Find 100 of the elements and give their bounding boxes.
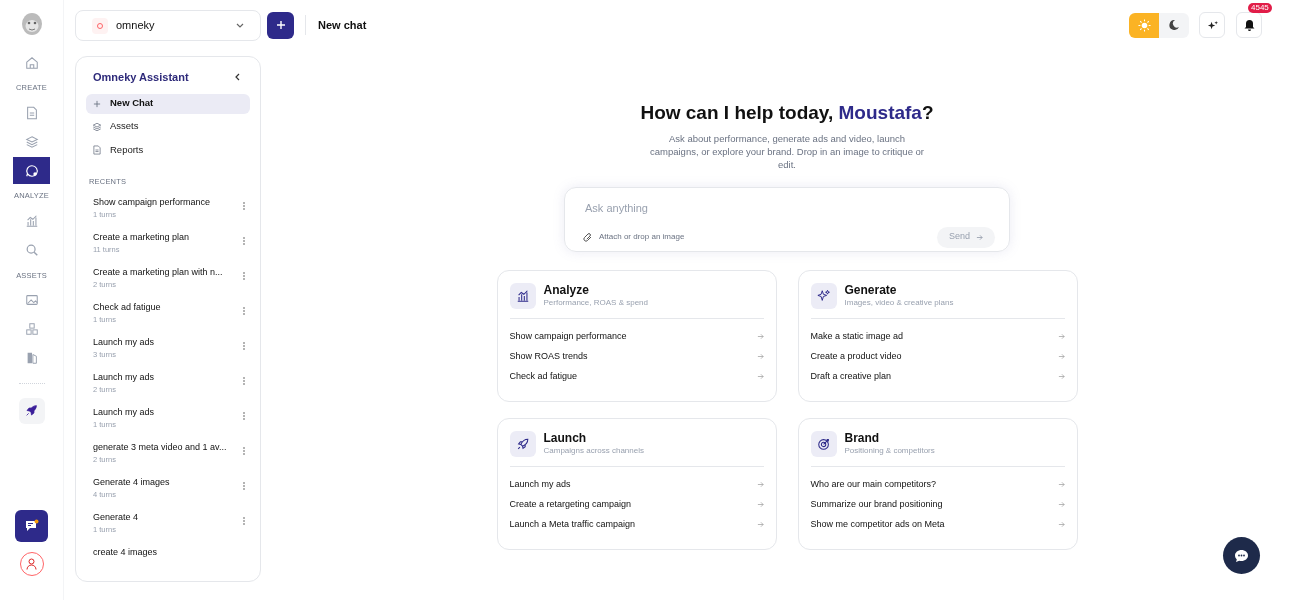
arrow-right-icon <box>1057 521 1065 528</box>
arrow-right-icon <box>1057 481 1065 488</box>
more-options-button[interactable] <box>240 271 248 281</box>
prompt-suggestion[interactable]: Draft a creative plan <box>810 366 1065 387</box>
recent-chat-title: Create a marketing plan <box>93 231 191 243</box>
arrow-right-icon <box>1057 373 1065 380</box>
prompt-suggestion[interactable]: Make a static image ad <box>810 326 1065 347</box>
monkey-logo-icon <box>20 12 43 36</box>
nav-button[interactable] <box>13 157 50 185</box>
sparkles-icon <box>1206 19 1218 31</box>
bar-chart-icon <box>24 214 39 228</box>
prompt-suggestion[interactable]: Launch my ads <box>509 474 764 495</box>
chevron-down-icon <box>236 23 244 28</box>
card-title: Brand <box>844 430 881 445</box>
card-subtitle: Positioning & competitors <box>844 444 935 457</box>
recent-chat-title: Launch my ads <box>93 336 156 348</box>
prompt-suggestion[interactable]: Who are our main competitors? <box>810 474 1065 495</box>
card-title: Analyze <box>543 282 590 297</box>
chat-icon <box>24 163 39 178</box>
prompt-suggestion[interactable]: Show ROAS trends <box>509 346 764 367</box>
attach-image-link[interactable]: Attach or drop an image <box>599 231 937 243</box>
rocket-icon <box>515 436 530 451</box>
recent-chat-item[interactable]: create 4 images <box>86 546 250 581</box>
workspace-selector[interactable]: omneky <box>75 10 261 41</box>
card-title: Launch <box>543 430 588 445</box>
prompt-suggestion[interactable]: Show me competitor ads on Meta <box>810 514 1065 535</box>
chat-notification-icon <box>24 519 39 533</box>
prompt-suggestion[interactable]: Launch a Meta traffic campaign <box>509 514 764 535</box>
notification-count: 4545 <box>1248 3 1272 13</box>
arrow-right-icon <box>976 233 983 241</box>
card-subtitle: Images, video & creative plans <box>844 296 954 309</box>
prompt-suggestion[interactable]: Show campaign performance <box>509 326 764 347</box>
more-options-button[interactable] <box>240 376 248 386</box>
card-title: Generate <box>844 282 898 297</box>
feedback-button[interactable] <box>15 510 48 542</box>
card-subtitle: Campaigns across channels <box>543 444 644 457</box>
recent-chat-title: Show campaign performance <box>93 196 212 208</box>
recent-chat-title: Generate 4 <box>93 511 140 523</box>
search-icon <box>24 243 39 257</box>
launch-button[interactable] <box>18 397 45 424</box>
more-options-button[interactable] <box>240 236 248 246</box>
chat-bubble-icon <box>1234 548 1249 563</box>
message-input[interactable]: Ask anything <box>585 201 989 216</box>
bell-icon <box>1243 19 1255 31</box>
workspace-name: omneky <box>116 18 156 34</box>
more-options-button[interactable] <box>240 481 248 491</box>
prompt-suggestion[interactable]: Create a product video <box>810 346 1065 367</box>
sparkles-icon <box>816 288 831 303</box>
chat-support-button[interactable] <box>1223 537 1260 574</box>
paperclip-icon <box>583 231 593 243</box>
more-options-button[interactable] <box>240 341 248 351</box>
page-title: New chat <box>318 17 367 33</box>
target-icon <box>816 436 831 451</box>
prompt-suggestion[interactable]: Summarize our brand positioning <box>810 494 1065 515</box>
home-icon <box>24 55 39 70</box>
panel-nav-item[interactable]: New Chat <box>86 93 250 114</box>
sparkle-button[interactable] <box>1199 12 1225 38</box>
new-chat-button[interactable] <box>267 11 294 39</box>
moon-icon <box>1168 19 1180 31</box>
arrow-right-icon <box>756 501 764 508</box>
boxes-icon <box>24 322 39 337</box>
arrow-right-icon <box>1057 333 1065 340</box>
panel-title: Omneky Assistant <box>93 70 189 85</box>
arrow-right-icon <box>756 521 764 528</box>
greeting-heading: How can I help today, Moustafa? <box>640 101 934 125</box>
greeting-subtitle: Ask about performance, generate ads and video, launch campaigns, or explore your brand. Drop in an image to critique or edit. <box>648 131 926 171</box>
layers-icon <box>24 134 39 149</box>
chevron-left-icon <box>234 73 240 82</box>
more-options-button[interactable] <box>240 201 248 211</box>
user-icon <box>26 558 37 570</box>
recent-chat-title: Launch my ads <box>93 371 156 383</box>
panel-nav-item[interactable]: Assets <box>86 116 250 137</box>
arrow-right-icon <box>756 481 764 488</box>
more-options-button[interactable] <box>240 516 248 526</box>
recent-chat-title: Check ad fatigue <box>93 301 162 313</box>
arrow-right-icon <box>756 373 764 380</box>
dark-mode-button[interactable] <box>1159 12 1189 38</box>
panel-nav-item[interactable]: Reports <box>86 139 250 160</box>
workspace-logo-icon <box>92 17 108 34</box>
plus-icon <box>92 98 102 109</box>
arrow-right-icon <box>756 353 764 360</box>
prompt-suggestion[interactable]: Check ad fatigue <box>509 366 764 387</box>
bar-chart-icon <box>515 288 530 303</box>
image-icon <box>24 293 39 308</box>
more-options-button[interactable] <box>240 306 248 316</box>
recent-chat-title: Create a marketing plan with n... <box>93 266 224 278</box>
card-subtitle: Performance, ROAS & spend <box>543 297 648 309</box>
document-icon <box>24 105 39 120</box>
recent-chat-title: Generate 4 images <box>93 476 171 488</box>
prompt-suggestion[interactable]: Create a retargeting campaign <box>509 494 764 515</box>
recent-chat-title: create 4 images <box>93 546 159 558</box>
sun-icon <box>1137 18 1151 32</box>
more-options-button[interactable] <box>240 411 248 421</box>
recent-chat-title: generate 3 meta video and 1 av... <box>93 441 228 453</box>
more-options-button[interactable] <box>240 446 248 456</box>
recent-chat-title: Launch my ads <box>93 406 156 418</box>
arrow-right-icon <box>756 333 764 340</box>
layers-icon <box>92 121 102 132</box>
arrow-right-icon <box>1057 501 1065 508</box>
plus-icon <box>275 20 286 30</box>
